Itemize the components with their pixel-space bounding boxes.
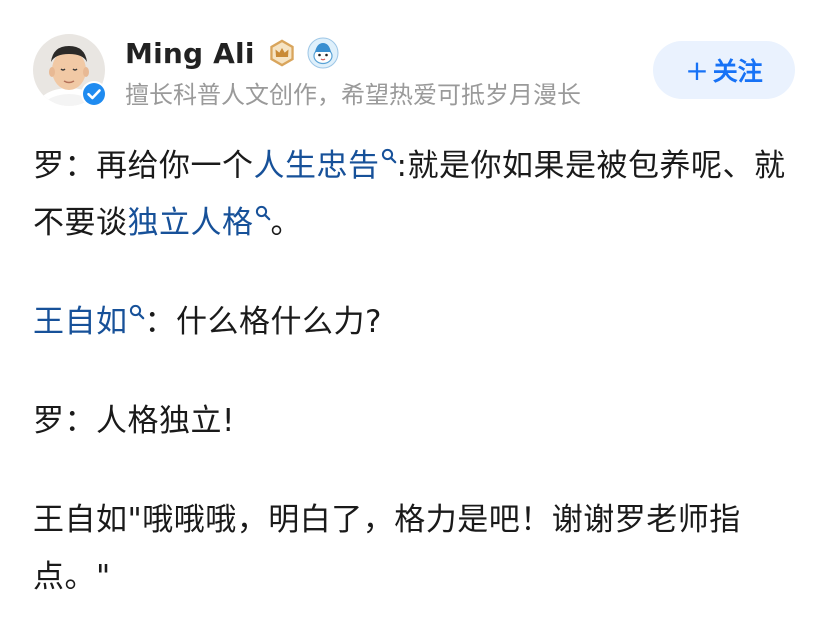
author-avatar[interactable]: [33, 34, 107, 134]
crown-level-icon[interactable]: [267, 38, 297, 68]
cartoon-avatar-icon[interactable]: [307, 37, 339, 69]
plus-icon: +: [685, 53, 709, 87]
search-icon: [255, 205, 270, 221]
answer-paragraph: 罗：人格独立!: [33, 393, 813, 450]
answer-paragraph: 罗：再给你一个人生忠告:就是你如果是被包养呢、就不要谈独立人格。: [33, 138, 813, 252]
search-keyword-link[interactable]: 王自如: [33, 304, 128, 340]
author-name[interactable]: Ming Ali: [125, 37, 255, 70]
answer-paragraph: 王自如 ：什么格什么力?: [33, 294, 813, 351]
paragraph-text: 。: [270, 205, 302, 241]
paragraph-text: 罗：人格独立!: [33, 403, 235, 439]
paragraph-text: 罗：再给你一个: [33, 148, 254, 184]
search-keyword-link[interactable]: 人生忠告: [254, 148, 380, 184]
paragraph-text: 王自如"哦哦哦，明白了，格力是吧！谢谢罗老师指点。": [33, 502, 741, 595]
verified-check-icon: [81, 81, 107, 107]
paragraph-text: ：什么格什么力?: [144, 304, 382, 340]
answer-author-header: Ming Ali 擅长科普人文创作，希望热爱可抵岁月漫长 + 关注: [0, 0, 828, 134]
search-icon: [381, 148, 396, 164]
follow-label: 关注: [712, 57, 763, 86]
answer-content: 罗：再给你一个人生忠告:就是你如果是被包养呢、就不要谈独立人格。王自如 ：什么格什…: [33, 138, 813, 606]
search-keyword-link[interactable]: 独立人格: [128, 205, 254, 241]
follow-button[interactable]: + 关注: [653, 41, 795, 99]
search-icon: [129, 304, 144, 320]
answer-paragraph: 王自如"哦哦哦，明白了，格力是吧！谢谢罗老师指点。": [33, 492, 813, 606]
author-bio: 擅长科普人文创作，希望热爱可抵岁月漫长: [125, 81, 581, 109]
author-name-row: Ming Ali: [125, 33, 339, 73]
